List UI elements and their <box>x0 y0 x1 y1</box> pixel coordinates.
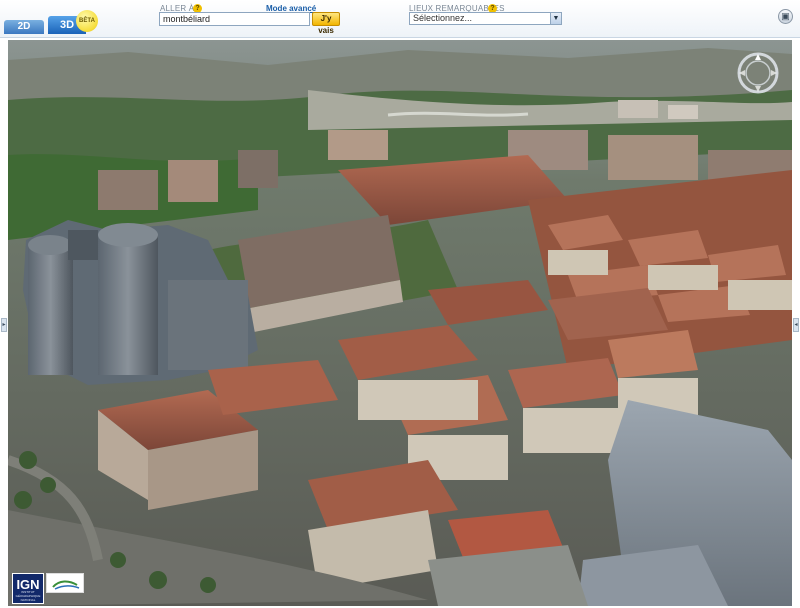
beta-badge: BÊTA <box>76 10 98 32</box>
chevron-down-icon[interactable]: ▼ <box>550 13 561 24</box>
notable-places-selected: Sélectionnez... <box>413 13 473 23</box>
go-button[interactable]: J'y vais <box>312 12 340 35</box>
notable-places-select[interactable]: Sélectionnez... ▼ <box>409 12 562 25</box>
road-distant <box>387 111 529 117</box>
right-panel-toggle[interactable]: ◂ <box>793 318 799 332</box>
fullscreen-icon[interactable]: ▣ <box>778 9 793 24</box>
ign-logo-subtitle: INSTITUT GÉOGRAPHIQUE NATIONAL <box>15 590 41 602</box>
partner-logo-icon <box>52 580 80 590</box>
city-3d-render <box>8 40 792 606</box>
location-search-input[interactable] <box>159 12 310 26</box>
navigation-compass-icon[interactable] <box>737 52 779 94</box>
ign-logo: IGN INSTITUT GÉOGRAPHIQUE NATIONAL <box>12 573 44 604</box>
top-toolbar: 2D 3D BÊTA ALLER À ? Mode avancé J'y vai… <box>0 0 800 38</box>
map-3d-viewport[interactable] <box>8 40 792 606</box>
left-panel-toggle[interactable]: ▸ <box>1 318 7 332</box>
tab-2d[interactable]: 2D <box>4 20 44 34</box>
partner-logo <box>46 573 84 593</box>
